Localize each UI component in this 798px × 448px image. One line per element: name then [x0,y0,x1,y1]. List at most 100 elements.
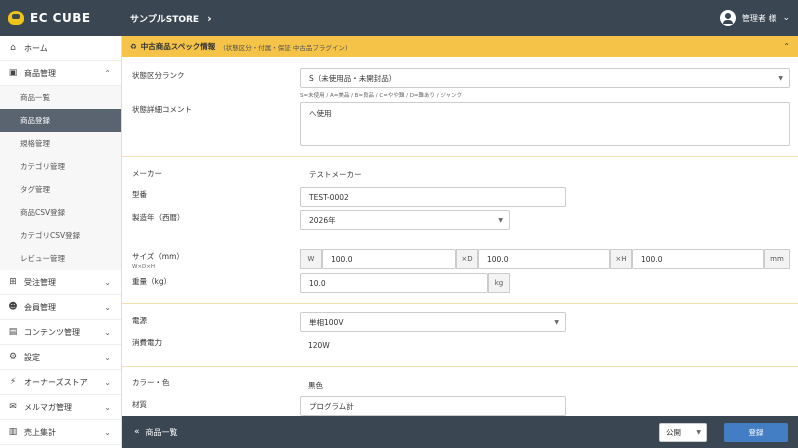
sidebar-item-order[interactable]: ⊞ 受注管理 ⌄ [0,270,121,295]
sidebar-item-label: 売上集計 [24,427,56,437]
sidebar-subitem-category-csv[interactable]: カテゴリCSV登録 [0,224,121,247]
chevron-down-icon: ⌄ [104,402,111,412]
sidebar-item-home[interactable]: ⌂ ホーム [0,36,121,61]
sidebar-item-label: 受注管理 [24,277,56,287]
chevron-down-icon: ▼ [498,216,503,224]
sidebar-subitem-label: カテゴリ管理 [20,162,65,171]
store-link[interactable]: サンプルSTORE › [122,12,212,25]
chevron-down-icon: ⌄ [104,327,111,337]
back-to-product-list[interactable]: « 商品一覧 [122,427,178,438]
sidebar-subitem-label: タグ管理 [20,185,50,194]
chevron-down-icon: ▼ [696,429,701,436]
section-divider [122,366,798,367]
rank-hint: S=未使用 / A=美品 / B=良品 / C=やや難 / D=難あり / ジャ… [300,93,463,99]
chevron-up-icon: ⌃ [104,68,111,78]
section-divider [122,303,798,304]
cart-icon: ⊞ [9,277,17,287]
sidebar-item-setting[interactable]: ⚙ 設定 ⌄ [0,345,121,370]
sidebar-subitem-label: 商品登録 [20,116,50,125]
chevron-down-icon: ▼ [554,318,559,326]
power-select[interactable]: 単相100V ▼ [300,312,566,332]
home-icon: ⌂ [10,43,16,53]
material-label: 材質 [132,400,147,409]
register-button[interactable]: 登録 [724,423,788,442]
sidebar-item-label: 商品管理 [24,68,56,78]
chevron-down-icon: ⌄ [104,377,111,387]
depth-input[interactable]: 100.0 [478,249,610,269]
consumption-value[interactable]: 120W [308,341,330,350]
logo-mark-icon [8,11,24,25]
mm-addon: mm [764,249,790,269]
width-addon: W [300,249,322,269]
model-value: TEST-0002 [309,192,349,202]
sidebar-subitem-product-csv[interactable]: 商品CSV登録 [0,201,121,224]
maker-label: メーカー [132,169,162,178]
height-input[interactable]: 100.0 [632,249,764,269]
size-hint: W×D×H [132,264,156,270]
plug-icon: ⚡ [9,377,17,387]
sidebar-item-store[interactable]: ⚡ オーナーズストア ⌄ [0,370,121,395]
chevron-up-icon[interactable]: ⌃ [783,42,790,51]
material-value: プログラム計 [309,401,354,411]
width-input[interactable]: 100.0 [322,249,456,269]
sidebar-item-label: 設定 [24,352,40,362]
comment-label: 状態詳細コメント [132,105,192,114]
sidebar-item-product[interactable]: ▣ 商品管理 ⌃ [0,61,121,86]
sidebar-subitem-tag[interactable]: タグ管理 [0,178,121,201]
power-select-value: 単相100V [309,317,344,327]
sidebar-item-sales-report[interactable]: ▥ 売上集計 ⌄ [0,420,121,445]
chart-icon: ▥ [8,427,18,437]
consumption-label: 消費電力 [132,338,162,347]
model-input[interactable]: TEST-0002 [300,187,566,207]
top-header: EC CUBE サンプルSTORE › 管理者 様 ⌄ [0,0,798,36]
back-label: 商品一覧 [145,427,178,437]
box-icon: ▣ [8,68,18,78]
year-select[interactable]: 2026年 ▼ [300,210,510,230]
year-select-value: 2026年 [309,215,336,225]
chevron-down-icon: ⌄ [104,352,111,362]
year-label: 製造年（西暦） [132,213,185,222]
material-input[interactable]: プログラム計 [300,396,566,416]
recycle-icon: ♻ [130,42,137,51]
maker-value: テストメーカー [309,169,362,179]
power-label: 電源 [132,316,147,325]
sidebar-item-label: オーナーズストア [24,377,88,387]
user-menu[interactable]: 管理者 様 ⌄ [719,0,790,36]
model-label: 型番 [132,190,147,199]
footer-bar: « 商品一覧 公開 ▼ 登録 [122,416,798,448]
publish-status-select[interactable]: 公開 ▼ [659,423,707,442]
width-value: 100.0 [331,254,353,264]
sidebar-subitem-label: 商品一覧 [20,93,50,102]
sidebar-item-content[interactable]: ▤ コンテンツ管理 ⌄ [0,320,121,345]
weight-value: 10.0 [309,278,326,288]
sidebar-subitem-product-list[interactable]: 商品一覧 [0,86,121,109]
sidebar-subitem-product-register[interactable]: 商品登録 [0,109,121,132]
color-value[interactable]: 黒色 [308,380,323,391]
chevron-down-icon: ⌄ [104,427,111,437]
sidebar-item-label: ホーム [24,43,48,53]
sidebar: ⌂ ホーム ▣ 商品管理 ⌃ 商品一覧 商品登録 規格管理 カテゴリ管理 タグ管… [0,36,122,448]
sidebar-subitem-label: 規格管理 [20,139,50,148]
chevron-down-icon: ⌄ [104,302,111,312]
sidebar-item-label: コンテンツ管理 [24,327,80,337]
card-header[interactable]: ♻ 中古商品スペック情報 (状態区分・付属・保証 中古品プラグイン) ⌃ [122,36,798,57]
chevron-down-icon: ⌄ [104,277,111,287]
sidebar-subitem-label: 商品CSV登録 [20,208,66,217]
gear-icon: ⚙ [8,352,18,362]
weight-label: 重量（kg） [132,277,172,286]
double-chevron-left-icon: « [134,427,140,437]
rank-select[interactable]: S（未使用品・未開封品） ▼ [300,68,790,88]
sidebar-subitem-class[interactable]: 規格管理 [0,132,121,155]
sidebar-item-mailmagazine[interactable]: ✉ メルマガ管理 ⌄ [0,395,121,420]
main-content: ♻ 中古商品スペック情報 (状態区分・付属・保証 中古品プラグイン) ⌃ 状態区… [122,36,798,416]
sidebar-item-customer[interactable]: ☻ 会員管理 ⌄ [0,295,121,320]
maker-input[interactable]: テストメーカー [300,164,566,184]
rank-select-value: S（未使用品・未開封品） [309,73,397,83]
sidebar-subitem-review[interactable]: レビュー管理 [0,247,121,270]
sidebar-subitem-label: カテゴリCSV登録 [20,231,81,240]
weight-input[interactable]: 10.0 [300,273,488,293]
comment-textarea[interactable]: へ使用 [300,102,790,146]
sidebar-subitem-category[interactable]: カテゴリ管理 [0,155,121,178]
user-name: 管理者 様 [741,13,777,23]
ec-cube-logo[interactable]: EC CUBE [0,11,122,25]
